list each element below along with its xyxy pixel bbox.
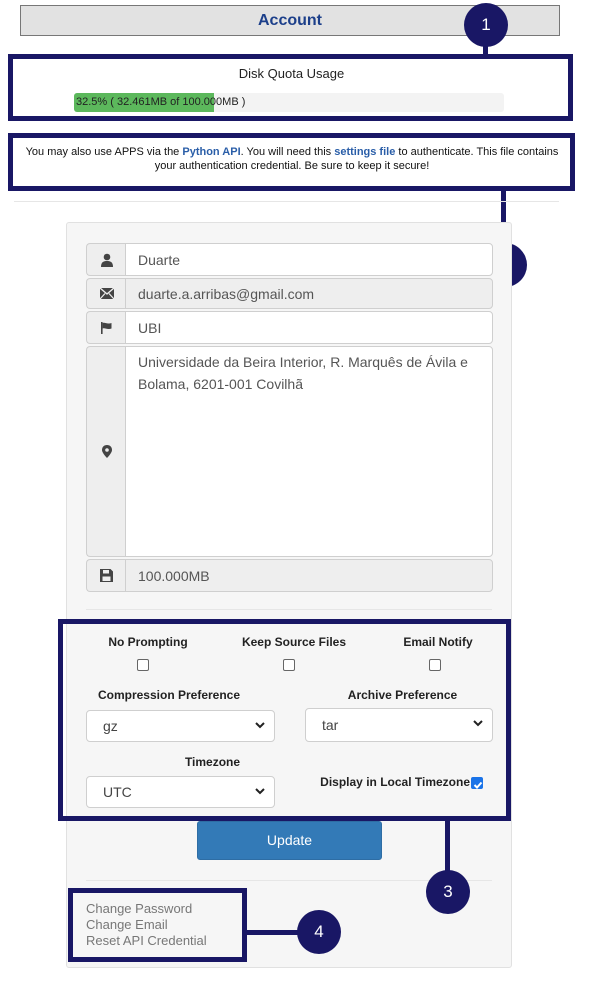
callout-1: 1 xyxy=(464,3,508,47)
compression-value: gz xyxy=(103,718,118,734)
no-prompting-checkbox[interactable] xyxy=(137,659,149,671)
change-email-link[interactable]: Change Email xyxy=(86,917,168,933)
info-text-part: . You will need this xyxy=(240,146,335,158)
python-api-link[interactable]: Python API xyxy=(182,146,240,158)
flag-icon xyxy=(86,311,126,344)
compression-select[interactable]: gz xyxy=(86,710,275,742)
api-info-text: You may also use APPS via the Python API… xyxy=(14,145,570,173)
email-notify-checkbox[interactable] xyxy=(429,659,441,671)
disk-quota-field: 100.000MB xyxy=(125,559,493,592)
divider xyxy=(14,201,559,202)
chevron-down-icon xyxy=(255,788,265,795)
callout-connector-3 xyxy=(445,819,450,874)
local-timezone-label: Display in Local Timezone xyxy=(320,775,470,789)
chevron-down-icon xyxy=(473,720,483,727)
email-field: duarte.a.arribas@gmail.com xyxy=(125,278,493,309)
divider xyxy=(86,609,492,610)
reset-api-credential-link[interactable]: Reset API Credential xyxy=(86,933,207,949)
update-button[interactable]: Update xyxy=(197,821,382,860)
quota-progress-text: 32.5% ( 32.461MB of 100.000MB ) xyxy=(76,96,246,108)
archive-preference-label: Archive Preference xyxy=(347,688,458,702)
timezone-label: Timezone xyxy=(184,755,241,769)
name-input[interactable]: Duarte xyxy=(125,243,493,276)
envelope-icon xyxy=(86,278,126,309)
archive-value: tar xyxy=(322,717,339,733)
organization-input[interactable]: UBI xyxy=(125,311,493,344)
user-icon xyxy=(86,243,126,276)
local-timezone-checkbox[interactable] xyxy=(471,777,483,789)
callout-4: 4 xyxy=(297,910,341,954)
no-prompting-label: No Prompting xyxy=(108,635,188,649)
address-textarea[interactable]: Universidade da Beira Interior, R. Marqu… xyxy=(125,346,493,557)
timezone-select[interactable]: UTC xyxy=(86,776,275,808)
chevron-down-icon xyxy=(255,722,265,729)
compression-preference-label: Compression Preference xyxy=(97,688,241,702)
archive-select[interactable]: tar xyxy=(305,708,493,742)
floppy-disk-icon xyxy=(86,559,126,592)
map-marker-icon xyxy=(86,346,126,557)
keep-source-files-checkbox[interactable] xyxy=(283,659,295,671)
keep-source-files-label: Keep Source Files xyxy=(241,635,347,649)
check-icon xyxy=(473,781,483,789)
callout-3: 3 xyxy=(426,870,470,914)
timezone-value: UTC xyxy=(103,784,132,800)
callout-connector-4 xyxy=(246,930,300,935)
quota-title: Disk Quota Usage xyxy=(238,66,345,81)
change-password-link[interactable]: Change Password xyxy=(86,901,192,917)
info-text-part: You may also use APPS via the xyxy=(25,146,183,158)
settings-file-link[interactable]: settings file xyxy=(334,146,395,158)
email-notify-label: Email Notify xyxy=(403,635,473,649)
